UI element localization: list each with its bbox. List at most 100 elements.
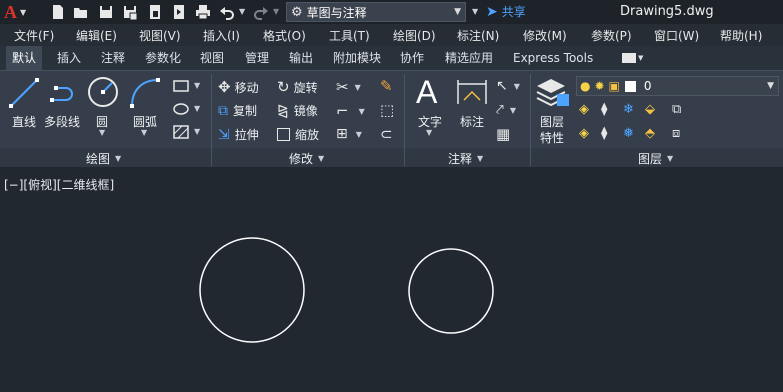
- mirror-tool-button[interactable]: ⧎ 镜像: [277, 102, 318, 119]
- drawing-geometry[interactable]: [0, 170, 783, 392]
- rotate-tool-button[interactable]: ↻ 旋转: [277, 78, 318, 96]
- rotate-label: 旋转: [293, 80, 318, 95]
- leader-tool-button[interactable]: ↖ ▼: [496, 78, 520, 94]
- circle-icon: [88, 77, 118, 107]
- modify-panel-title[interactable]: 修改 ▼: [289, 150, 324, 167]
- lock-icon: ▣: [608, 79, 620, 93]
- rectangle-tool-button[interactable]: ▼: [172, 78, 204, 94]
- modify-panel-label: 修改: [289, 152, 314, 166]
- dimension-tool-button[interactable]: 标注: [454, 74, 490, 138]
- menu-help[interactable]: 帮助(H): [720, 27, 762, 44]
- saveas-icon[interactable]: [121, 3, 139, 21]
- new-icon[interactable]: [49, 3, 67, 21]
- tab-view[interactable]: 视图: [194, 46, 230, 70]
- tab-annotate[interactable]: 注释: [95, 46, 131, 70]
- annotation-panel-label: 注释: [448, 152, 473, 166]
- polyline-tool-button[interactable]: 多段线: [44, 74, 84, 134]
- undo-icon[interactable]: [218, 3, 236, 21]
- fillet-icon: ⌐: [336, 102, 349, 120]
- tab-addins[interactable]: 附加模块: [327, 46, 387, 70]
- chevron-down-icon: ▼: [426, 128, 433, 137]
- arc-tool-button[interactable]: 圆弧 ▼: [126, 74, 164, 137]
- menu-tools[interactable]: 工具(T): [329, 27, 370, 44]
- tab-express-tools[interactable]: Express Tools: [507, 46, 599, 70]
- fillet-tool-button[interactable]: ⌐ ▼: [336, 102, 365, 120]
- layer-panel-label: 图层: [638, 152, 663, 166]
- menu-view[interactable]: 视图(V): [139, 27, 181, 44]
- layer-panel-title[interactable]: 图层 ▼: [638, 150, 673, 167]
- open-web-icon[interactable]: [146, 3, 164, 21]
- layer-lock-icon[interactable]: ⬙: [645, 102, 655, 117]
- menu-modify[interactable]: 修改(M): [523, 27, 567, 44]
- share-button[interactable]: ➤ 共享: [486, 3, 526, 20]
- hatch-tool-button[interactable]: ▼: [172, 124, 204, 140]
- copy-tool-button[interactable]: ⧉ 复制: [218, 102, 257, 119]
- move-tool-button[interactable]: ✥ 移动: [218, 78, 259, 96]
- arc-dropdown-icon[interactable]: ▼: [141, 128, 147, 137]
- text-tool-button[interactable]: A 文字 ▼: [412, 74, 448, 138]
- annotation-panel-title[interactable]: 注释 ▼: [448, 150, 483, 167]
- menu-format[interactable]: 格式(O): [263, 27, 306, 44]
- circle-dropdown-icon[interactable]: ▼: [99, 128, 105, 137]
- layer-properties-button[interactable]: 图层 特性: [535, 74, 571, 146]
- ellipse-tool-button[interactable]: ▼: [172, 101, 204, 117]
- menu-file[interactable]: 文件(F): [14, 27, 54, 44]
- dimension-label: 标注: [460, 115, 485, 129]
- explode-icon[interactable]: ⬚: [380, 101, 394, 119]
- draw-panel-title[interactable]: 绘图 ▼: [86, 150, 121, 167]
- tab-insert[interactable]: 插入: [51, 46, 87, 70]
- drawn-circle-left[interactable]: [199, 237, 305, 343]
- circle-tool-button[interactable]: 圆 ▼: [86, 74, 120, 137]
- tab-collaborate[interactable]: 协作: [394, 46, 430, 70]
- array-tool-button[interactable]: ⊞ ▼: [336, 126, 362, 142]
- layer-isolate-icon[interactable]: ⧫: [601, 102, 607, 117]
- menu-insert[interactable]: 插入(I): [203, 27, 240, 44]
- ribbon-minimize-button[interactable]: ▼: [622, 52, 650, 64]
- drawn-circle-right[interactable]: [408, 248, 494, 334]
- line-label: 直线: [12, 115, 37, 129]
- layer-thaw-icon[interactable]: ❅: [623, 126, 634, 141]
- save-web-icon[interactable]: [170, 3, 188, 21]
- trim-tool-button[interactable]: ✂ ▼: [336, 78, 361, 96]
- layer-on-icon[interactable]: ◈: [579, 126, 589, 141]
- stretch-tool-button[interactable]: ⇲ 拉伸: [218, 126, 259, 143]
- erase-icon[interactable]: ✎: [380, 77, 393, 95]
- scale-tool-button[interactable]: 缩放: [277, 126, 319, 143]
- scale-icon: [277, 128, 290, 141]
- layer-off-icon[interactable]: ◈: [579, 102, 589, 117]
- offset-icon[interactable]: ⊂: [380, 125, 393, 143]
- layer-unlock-icon[interactable]: ⬘: [645, 126, 655, 141]
- menu-window[interactable]: 窗口(W): [654, 27, 699, 44]
- move-label: 移动: [234, 80, 259, 95]
- layer-select[interactable]: ● ✹ ▣ 0 ▼: [576, 76, 779, 96]
- layer-previous-icon[interactable]: ⧈: [672, 126, 680, 141]
- tab-parametric[interactable]: 参数化: [139, 46, 187, 70]
- multileader-tool-button[interactable]: ⤤ ▼: [496, 102, 516, 118]
- line-tool-button[interactable]: 直线: [5, 74, 43, 134]
- tab-featured-apps[interactable]: 精选应用: [439, 46, 499, 70]
- save-icon[interactable]: [97, 3, 115, 21]
- current-layer-name: 0: [643, 79, 652, 93]
- stretch-label: 拉伸: [234, 128, 259, 142]
- tab-manage[interactable]: 管理: [239, 46, 275, 70]
- tab-output[interactable]: 输出: [283, 46, 319, 70]
- open-icon[interactable]: [72, 3, 90, 21]
- menu-edit[interactable]: 编辑(E): [76, 27, 117, 44]
- undo-dropdown-icon[interactable]: ▼: [239, 7, 245, 16]
- layer-unisolate-icon[interactable]: ⧫: [601, 126, 607, 141]
- customize-toolbar-icon[interactable]: ▼: [472, 7, 478, 16]
- tab-default[interactable]: 默认: [6, 46, 43, 70]
- lightbulb-icon: ●: [580, 79, 591, 93]
- app-menu-button[interactable]: A ▼: [4, 1, 26, 23]
- plot-icon[interactable]: [194, 3, 212, 21]
- menu-parametric[interactable]: 参数(P): [591, 27, 632, 44]
- menu-dimension[interactable]: 标注(N): [457, 27, 499, 44]
- table-icon[interactable]: ▦: [496, 125, 510, 143]
- redo-icon[interactable]: [252, 3, 270, 21]
- workspace-select[interactable]: ⚙ 草图与注释 ▼: [286, 2, 466, 22]
- layer-freeze-icon[interactable]: ❄: [623, 102, 634, 117]
- redo-dropdown-icon[interactable]: ▼: [273, 7, 279, 16]
- menu-draw[interactable]: 绘图(D): [393, 27, 436, 44]
- layer-match-icon[interactable]: ⧉: [672, 102, 681, 117]
- multileader-icon: ⤤: [496, 102, 504, 118]
